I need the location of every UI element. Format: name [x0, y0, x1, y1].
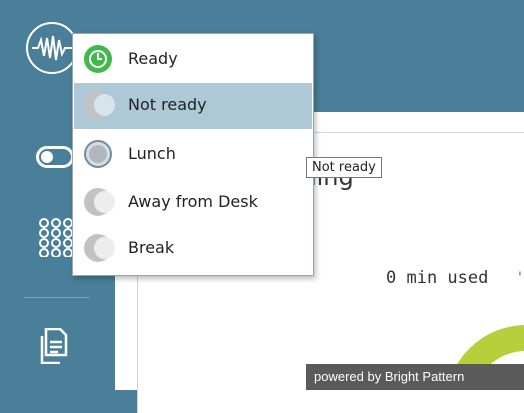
documents-icon[interactable] — [40, 327, 70, 368]
status-item-label: Lunch — [128, 144, 176, 163]
powered-by-footer: powered by Bright Pattern — [306, 364, 524, 390]
dialpad-icon[interactable] — [38, 217, 74, 261]
half-circle-icon — [84, 91, 115, 119]
half-circle-icon — [84, 188, 115, 216]
status-item-ready[interactable]: Ready — [74, 37, 312, 83]
status-item-label: Not ready — [128, 95, 207, 114]
status-item-lunch[interactable]: Lunch — [74, 132, 312, 178]
status-item-away-from-desk[interactable]: Away from Desk — [74, 180, 312, 226]
status-item-break[interactable]: Break — [74, 226, 312, 272]
status-menu: Ready Not ready Lunch Away from Desk Bre… — [72, 33, 314, 276]
status-item-not-ready[interactable]: Not ready — [74, 83, 312, 129]
usage-text: 0 min used — [386, 268, 489, 288]
tooltip: Not ready — [306, 157, 382, 178]
clock-icon — [84, 45, 112, 73]
sidebar-divider — [24, 297, 90, 298]
status-item-label: Ready — [128, 49, 178, 68]
usage-tick: ' — [518, 270, 522, 286]
status-item-label: Away from Desk — [128, 192, 258, 211]
half-circle-icon — [84, 234, 115, 262]
status-item-label: Break — [128, 238, 175, 257]
waveform-logo-icon[interactable] — [26, 22, 78, 74]
ring-circle-icon — [84, 140, 112, 168]
toggle-icon[interactable] — [36, 146, 74, 168]
